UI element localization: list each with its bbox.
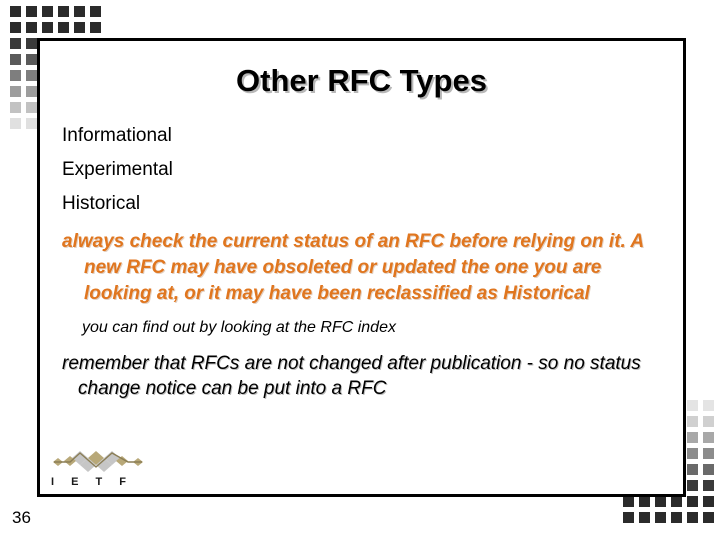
rfc-type-item: Informational [62, 125, 172, 146]
decor-dot [687, 512, 698, 523]
decor-dot [10, 86, 21, 97]
decor-dot [639, 496, 650, 507]
ietf-diamond-mark-icon [53, 451, 143, 472]
decor-dot [26, 70, 37, 81]
decor-dot [687, 448, 698, 459]
ietf-logo-text: I E T F [51, 476, 133, 488]
decor-dot [10, 54, 21, 65]
decor-dot [90, 6, 101, 17]
decor-dot [10, 6, 21, 17]
decor-dot [623, 512, 634, 523]
decor-dot [623, 496, 634, 507]
decor-dot [26, 102, 37, 113]
decor-dot [10, 102, 21, 113]
decor-dot [74, 22, 85, 33]
decor-dot [26, 38, 37, 49]
decor-dot [90, 22, 101, 33]
ietf-logo: I E T F [48, 449, 148, 497]
decor-dot [10, 38, 21, 49]
decor-dot [671, 496, 682, 507]
page-number: 36 [12, 508, 31, 527]
decor-dot [42, 6, 53, 17]
decor-dot [687, 400, 698, 411]
decor-dot [26, 54, 37, 65]
slide-frame: Other RFC Types Informational Experiment… [37, 38, 686, 497]
decor-dot [655, 512, 666, 523]
rfc-type-item: Historical [62, 193, 141, 214]
decor-dot [687, 496, 698, 507]
decor-dot [703, 400, 714, 411]
decor-dot [58, 22, 69, 33]
decor-dot [687, 464, 698, 475]
decor-dot [26, 86, 37, 97]
decor-dot [74, 6, 85, 17]
decor-dot [703, 512, 714, 523]
rfc-type-item: Experimental [62, 159, 173, 180]
decor-dot [639, 512, 650, 523]
decor-dot [26, 22, 37, 33]
status-warning-text: always check the current status of an RF… [62, 231, 644, 304]
decor-dot [687, 480, 698, 491]
decor-dot [10, 22, 21, 33]
decor-dot [10, 118, 21, 129]
slide-title: Other RFC Types [236, 63, 487, 98]
decor-dot [703, 464, 714, 475]
publication-note: remember that RFCs are not changed after… [62, 353, 641, 399]
decor-dot [10, 70, 21, 81]
decor-dot [42, 22, 53, 33]
decor-dot [687, 416, 698, 427]
decor-dot [655, 496, 666, 507]
decor-dot [703, 480, 714, 491]
decor-dot [671, 512, 682, 523]
decor-dot [703, 448, 714, 459]
decor-dot [703, 496, 714, 507]
decor-dot [703, 416, 714, 427]
decor-dot [687, 432, 698, 443]
decor-dot [58, 6, 69, 17]
decor-dot [26, 6, 37, 17]
rfc-index-note: you can find out by looking at the RFC i… [82, 319, 396, 336]
slide-body: Informational Experimental Historical al… [62, 119, 666, 401]
decor-dot [26, 118, 37, 129]
decor-dot [703, 432, 714, 443]
